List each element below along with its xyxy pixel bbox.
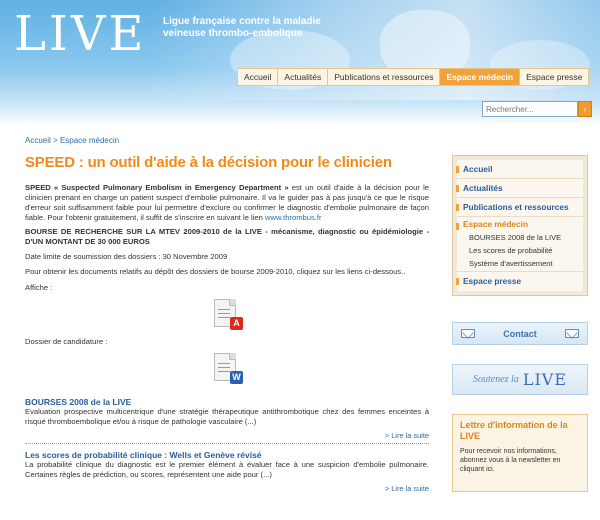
topnav-espace-medecin[interactable]: Espace médecin [440, 69, 521, 85]
page-title: SPEED : un outil d'aide à la décision po… [25, 154, 392, 171]
word-badge-icon: W [230, 371, 243, 384]
pdf-badge-icon: A [230, 317, 243, 330]
download-instructions: Pour obtenir les documents relatifs au d… [25, 267, 406, 276]
newsletter-box[interactable]: Lettre d'information de la LIVE Pour rec… [452, 414, 588, 492]
news-title-scores[interactable]: Les scores de probabilité clinique : Wel… [25, 450, 429, 460]
sidebar-subitem-scores[interactable]: Les scores de probabilité [457, 244, 583, 257]
tagline-line-1: Ligue française contre la maladie [163, 16, 321, 27]
affiche-label: Affiche : [25, 283, 53, 292]
site-logo[interactable]: LIVE [14, 6, 147, 62]
contact-button[interactable]: Contact [452, 322, 588, 345]
intro-paragraph: SPEED « Suspected Pulmonary Embolism in … [25, 183, 429, 223]
live-logo: LIVE [522, 370, 567, 389]
top-navigation: Accueil Actualités Publications et resso… [237, 68, 590, 86]
sidebar-menu: Accueil Actualités Publications et resso… [452, 155, 588, 296]
topnav-espace-presse[interactable]: Espace presse [520, 69, 588, 85]
sidebar-item-accueil[interactable]: Accueil [456, 160, 583, 179]
search-input[interactable] [482, 101, 578, 117]
arrow-right-icon: › [583, 105, 587, 114]
sidebar-subitem-avertissement[interactable]: Système d'avertissement [457, 257, 583, 272]
news-text-scores: La probabilité clinique du diagnostic es… [25, 460, 429, 479]
sidebar-item-espace-presse[interactable]: Espace presse [456, 272, 583, 291]
topnav-publications[interactable]: Publications et ressources [328, 69, 441, 85]
search-submit-button[interactable]: › [578, 101, 592, 117]
tagline-line-2: veineuse thrombo-embolique [163, 28, 303, 39]
envelope-icon [565, 329, 579, 338]
site-tagline: Ligue française contre la maladie veineu… [163, 16, 321, 40]
breadcrumb-separator: > [53, 136, 58, 145]
news-text-bourses-2008: Evaluation prospective multicentrique d'… [25, 407, 429, 426]
sidebar-item-publications[interactable]: Publications et ressources [456, 198, 583, 217]
sidebar-subitem-bourses[interactable]: BOURSES 2008 de la LIVE [457, 231, 583, 244]
news-title-bourses-2008[interactable]: BOURSES 2008 de la LIVE [25, 397, 429, 407]
thrombus-link[interactable]: www.thrombus.fr [265, 213, 322, 222]
envelope-icon [461, 329, 475, 338]
topnav-accueil[interactable]: Accueil [238, 69, 279, 85]
pdf-file-icon[interactable]: A [214, 299, 243, 330]
newsletter-title: Lettre d'information de la LIVE [460, 420, 568, 441]
site-header: LIVE Ligue française contre la maladie v… [0, 0, 600, 125]
deadline-text: Date limite de soumission des dossiers :… [25, 252, 228, 261]
sidebar-item-espace-medecin[interactable]: Espace médecin [456, 217, 583, 231]
breadcrumb: Accueil > Espace médecin [25, 136, 119, 145]
dossier-label: Dossier de candidature : [25, 337, 108, 346]
breadcrumb-current: Espace médecin [59, 136, 120, 145]
soutenez-banner[interactable]: Soutenez la LIVE [452, 364, 588, 395]
read-more-link[interactable]: > Lire la suite [25, 431, 429, 440]
word-file-icon[interactable]: W [214, 353, 243, 384]
sidebar-item-actualites[interactable]: Actualités [456, 179, 583, 198]
read-more-link[interactable]: > Lire la suite [25, 484, 429, 493]
topnav-actualites[interactable]: Actualités [278, 69, 329, 85]
soutenez-text: Soutenez la [472, 374, 519, 385]
intro-bold: SPEED « Suspected Pulmonary Embolism in … [25, 183, 289, 192]
main-content: SPEED : un outil d'aide à la décision po… [25, 154, 429, 493]
bourse-title: BOURSE DE RECHERCHE SUR LA MTEV 2009-201… [25, 227, 429, 246]
contact-label: Contact [503, 328, 537, 339]
search-bar: › [482, 101, 594, 117]
newsletter-text: Pour recevoir nos informations, abonnez … [460, 448, 561, 473]
divider [25, 443, 429, 444]
breadcrumb-home-link[interactable]: Accueil [25, 136, 51, 145]
